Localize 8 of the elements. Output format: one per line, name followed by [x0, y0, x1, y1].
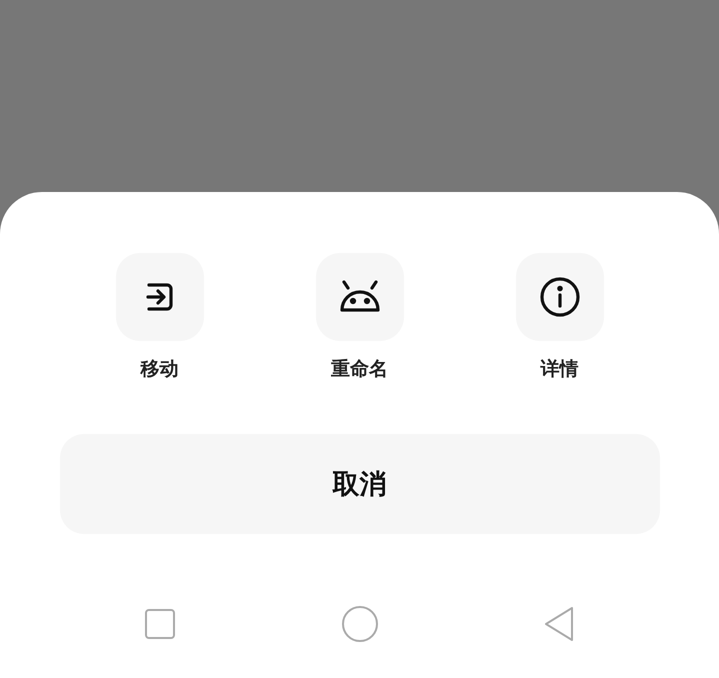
info-icon [538, 276, 580, 318]
cancel-button[interactable]: 取消 [60, 434, 660, 534]
action-label: 重命名 [331, 357, 388, 381]
action-label: 移动 [140, 357, 178, 381]
action-button[interactable] [116, 253, 204, 341]
action-button[interactable] [516, 253, 604, 341]
action-label: 详情 [540, 357, 578, 381]
action-button[interactable] [316, 253, 404, 341]
